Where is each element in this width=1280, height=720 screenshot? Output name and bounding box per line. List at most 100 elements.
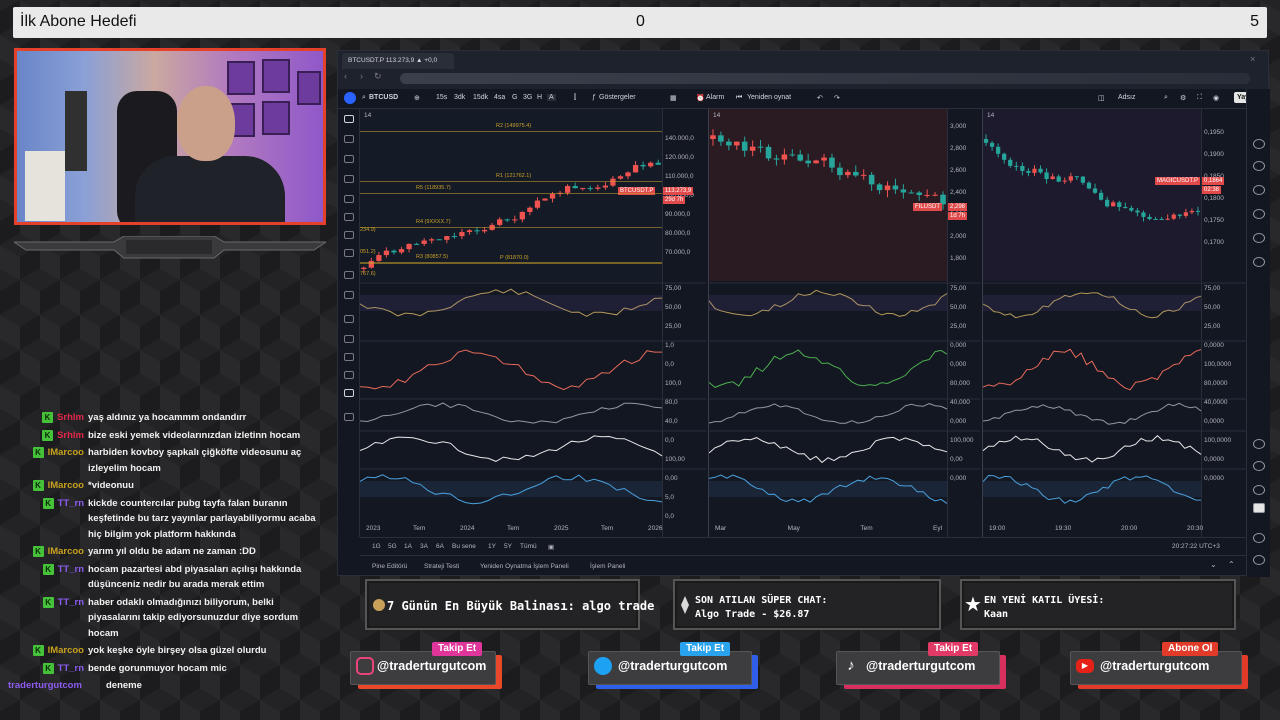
browser-tab[interactable]: BTCUSDT.P 113.273,9 ▲ +0,0 (342, 53, 454, 69)
quick-search-icon[interactable]: ⌕ (1164, 94, 1168, 102)
interval-1w[interactable]: H (537, 94, 542, 101)
alarm-icon[interactable]: ⏰ (696, 94, 705, 102)
sync-icon[interactable] (344, 389, 354, 397)
symbol-search[interactable]: BTCUSD (369, 94, 398, 101)
chat-username[interactable]: lMarcoo (48, 544, 84, 560)
range-4[interactable]: 6A (436, 543, 444, 550)
pattern-tool-icon[interactable] (344, 175, 354, 183)
maximize-panel-icon[interactable]: ⌃ (1228, 560, 1235, 569)
watchlist-icon[interactable] (1253, 139, 1265, 149)
layout-icon[interactable]: ◫ (1098, 94, 1105, 102)
help-icon[interactable] (1253, 555, 1265, 565)
fib-tool-icon[interactable] (344, 155, 354, 163)
chat-username[interactable]: lMarcoo (48, 445, 84, 461)
avatar[interactable] (344, 92, 356, 104)
notifications-icon[interactable] (1253, 533, 1265, 543)
calendar-icon[interactable] (1253, 233, 1265, 243)
chart-canvas[interactable] (709, 109, 980, 537)
search-icon[interactable]: ⌕ (362, 94, 366, 102)
redo-icon[interactable]: ↷ (834, 94, 840, 102)
chart-pane-fil[interactable]: 143,0002,8002,6002,4002,2002,0001,80075,… (708, 109, 980, 537)
indicators-icon[interactable]: ƒ (592, 94, 596, 101)
trendline-icon[interactable] (344, 135, 354, 143)
magnet-icon[interactable] (344, 315, 354, 323)
ruler-icon[interactable] (344, 271, 354, 279)
chart-type-icon[interactable]: ⫿ (574, 94, 576, 102)
range-0[interactable]: 1G (372, 543, 381, 550)
social-youtube[interactable]: ▶ @traderturgutcom Abone Ol (1070, 642, 1248, 689)
emoji-icon[interactable] (344, 249, 354, 257)
undo-icon[interactable]: ↶ (817, 94, 823, 102)
social-twitter[interactable]: @traderturgutcom Takip Et (588, 642, 758, 689)
templates-icon[interactable]: ▦ (670, 94, 677, 102)
layout-name[interactable]: Adsız (1118, 94, 1136, 101)
interval-15s[interactable]: 15s (436, 94, 447, 101)
lock-icon[interactable] (344, 353, 354, 361)
range-6[interactable]: 1Y (488, 543, 496, 550)
social-tiktok[interactable]: ♪ @traderturgutcom Takip Et (836, 642, 1006, 689)
news-icon[interactable] (1253, 257, 1265, 267)
interval-15m[interactable]: 15dk (473, 94, 488, 101)
stay-drawing-icon[interactable] (344, 335, 354, 343)
fullscreen-icon[interactable]: ⛶ (1197, 94, 1202, 102)
chat-username[interactable]: lMarcoo (48, 478, 84, 494)
chat-username[interactable]: TT_rn (58, 562, 84, 578)
interval-4h[interactable]: 4sa (494, 94, 505, 101)
interval-1mo[interactable]: A (547, 94, 556, 101)
crosshair-icon[interactable] (344, 115, 354, 123)
chart-canvas[interactable] (360, 109, 706, 537)
range-8[interactable]: Tümü (520, 543, 537, 550)
chat-username[interactable]: TT_rn (58, 595, 84, 611)
collapse-panel-icon[interactable]: ⌄ (1210, 560, 1217, 569)
social-instagram[interactable]: @traderturgutcom Takip Et (350, 642, 502, 689)
close-window-icon[interactable]: × (1250, 54, 1255, 64)
range-7[interactable]: 5Y (504, 543, 512, 550)
chat-username[interactable]: lMarcoo (48, 643, 84, 659)
settings-icon[interactable]: ⚙ (1180, 94, 1186, 102)
hide-icon[interactable] (344, 371, 354, 379)
reload-icon[interactable]: ↻ (374, 71, 382, 82)
clock[interactable]: 20:27:22 UTC+3 (1172, 543, 1220, 550)
alarm-button[interactable]: Alarm (706, 94, 724, 101)
ideas-icon[interactable] (1253, 209, 1265, 219)
strategy-tester-tab[interactable]: Strateji Testi (424, 563, 459, 570)
replay-icon[interactable]: ⏮ (736, 94, 742, 102)
stream-icon[interactable] (1253, 485, 1265, 495)
replay-button[interactable]: Yeniden oynat (747, 94, 791, 101)
replay-panel-tab[interactable]: Yeniden Oynatma İşlem Paneli (480, 563, 569, 570)
range-5[interactable]: Bu sene (452, 543, 476, 550)
date-range-icon[interactable]: ▣ (548, 543, 554, 551)
interval-1d[interactable]: G (512, 94, 517, 101)
chart-pane-magic[interactable]: 140,19500,19000,18500,18000,17500,170075… (982, 109, 1246, 537)
interval-3m[interactable]: 3dk (454, 94, 465, 101)
snapshot-icon[interactable]: ◉ (1213, 94, 1219, 102)
apps-grid-icon[interactable] (1253, 503, 1265, 513)
chat-username[interactable]: Srhlm (57, 410, 84, 426)
text-tool-icon[interactable] (344, 231, 354, 239)
data-window-icon[interactable] (1253, 185, 1265, 195)
range-3[interactable]: 3A (420, 543, 428, 550)
trading-panel-tab[interactable]: İşlem Paneli (590, 563, 625, 570)
brush-icon[interactable] (344, 213, 354, 221)
chat-username[interactable]: Srhlm (57, 428, 84, 444)
address-bar[interactable] (400, 73, 1250, 84)
range-2[interactable]: 1A (404, 543, 412, 550)
interval-3d[interactable]: 3G (523, 94, 532, 101)
back-icon[interactable]: ‹ (344, 71, 347, 81)
candle (391, 250, 397, 253)
range-1[interactable]: 5G (388, 543, 397, 550)
forecast-tool-icon[interactable] (344, 195, 354, 203)
chat-username[interactable]: TT_rn (58, 496, 84, 512)
add-symbol-icon[interactable]: ⊕ (414, 94, 420, 102)
zoom-icon[interactable] (344, 291, 354, 299)
hot-list-icon[interactable] (1253, 461, 1265, 471)
chat-username[interactable]: TT_rn (58, 661, 84, 677)
indicators-button[interactable]: Göstergeler (599, 94, 636, 101)
forward-icon[interactable]: › (360, 71, 363, 81)
chat-username[interactable]: traderturgutcom (8, 678, 82, 694)
alerts-icon[interactable] (1253, 161, 1265, 171)
trash-icon[interactable] (344, 413, 354, 421)
chart-pane-btc[interactable]: 14140.000,0120.000,0110.000,0100.000,090… (360, 109, 706, 537)
pine-editor-tab[interactable]: Pine Editörü (372, 563, 407, 570)
target-icon[interactable] (1253, 439, 1265, 449)
